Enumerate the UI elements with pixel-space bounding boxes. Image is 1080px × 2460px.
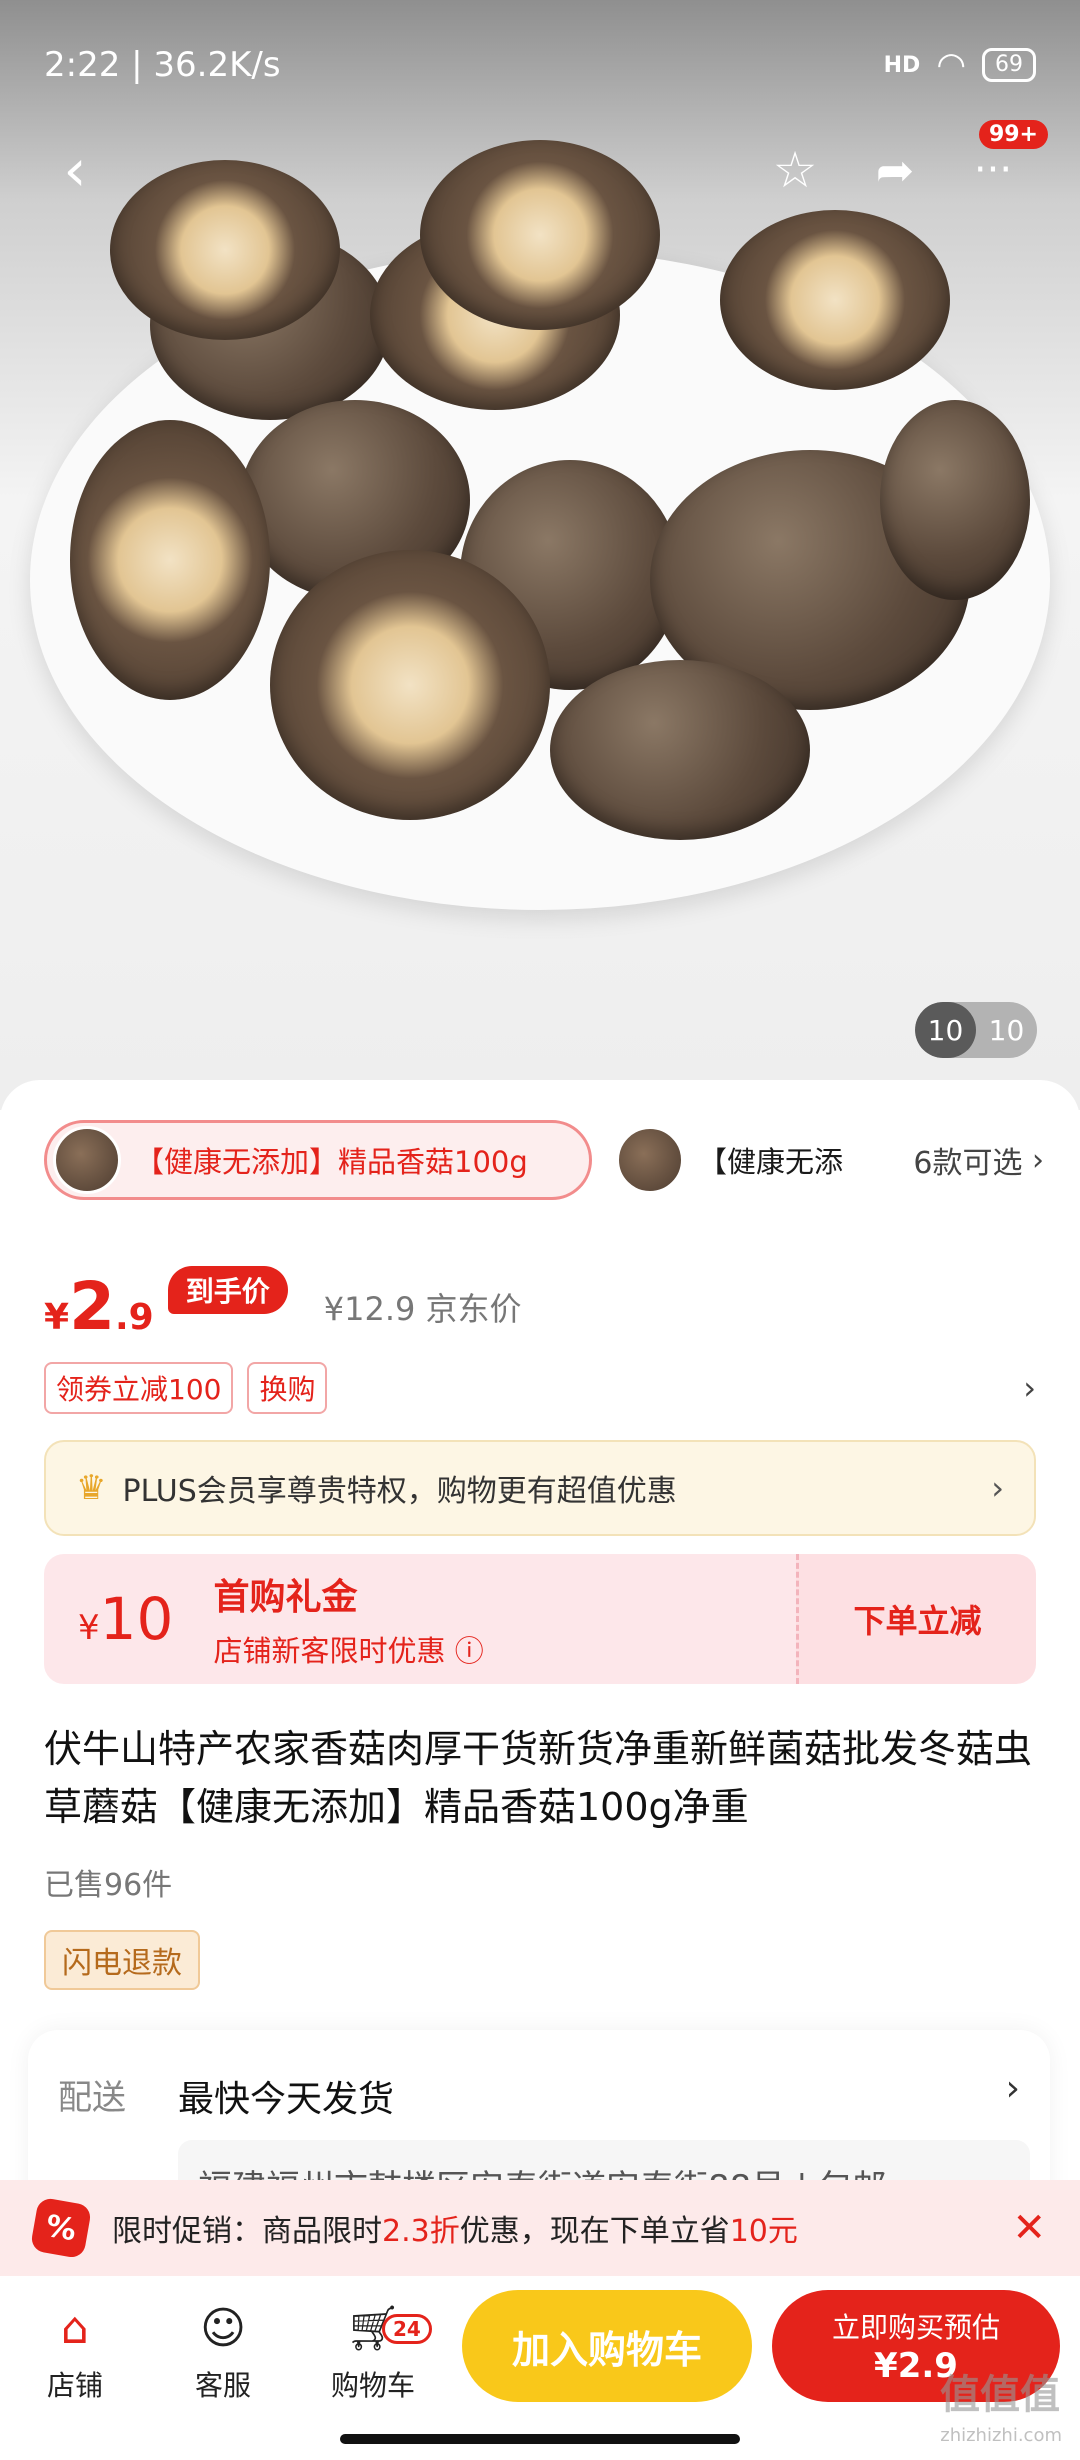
price-currency: ¥ (44, 1297, 70, 1338)
more-icon[interactable]: ··· 99+ (958, 120, 1048, 210)
signal-icon: HD (883, 52, 921, 78)
gift-amount: ¥ 10 (78, 1585, 173, 1653)
back-icon[interactable]: ‹ (40, 130, 110, 210)
gift-info: ¥ 10 首购礼金 店铺新客限时优惠 ⓘ (44, 1554, 796, 1684)
gallery-total: 10 (988, 1013, 1025, 1047)
jd-price-label: 京东价 (425, 1290, 522, 1328)
gift-subtitle: 店铺新客限时优惠 ⓘ (213, 1628, 483, 1670)
store-tab[interactable]: ⌂ 店铺 (20, 2300, 130, 2404)
sku-more-label: 6款可选 (913, 1146, 1023, 1181)
wifi-icon: ◠ (936, 45, 966, 85)
percent-icon: % (29, 2196, 93, 2260)
flash-refund-badge: 闪电退款 (44, 1930, 200, 1990)
delivery-label: 配送 (58, 2078, 126, 2118)
star-icon[interactable]: ☆ (760, 130, 830, 210)
gallery-counter: 10 10 (915, 1002, 1037, 1058)
gift-action-button[interactable]: 下单立减 (796, 1554, 1036, 1684)
more-badge: 99+ (978, 120, 1048, 149)
service-icon: ☺ (200, 2302, 246, 2354)
sku-option[interactable]: 【健康无添 (610, 1120, 860, 1200)
product-gallery[interactable]: 2:22 | 36.2K/s HD ◠ 69 ‹ ☆ ➦ ··· 99+ 10 … (0, 0, 1080, 1110)
sku-label: 【健康无添 (698, 1145, 844, 1179)
final-price: ¥ 2 .9 (44, 1274, 154, 1340)
promo-middle: 优惠，现在下单立省 (459, 2214, 730, 2249)
promo-prefix: 限时促销：商品限时 (112, 2214, 382, 2249)
jd-price: ¥12.9 京东价 (324, 1284, 522, 1330)
watermark: 值值值 (940, 2372, 1060, 2418)
close-icon[interactable]: ✕ (1012, 2205, 1046, 2251)
gift-title: 首购礼金 (213, 1577, 358, 1618)
gift-value: 10 (99, 1585, 174, 1653)
home-indicator[interactable] (340, 2434, 740, 2444)
mushroom-shape (720, 210, 950, 390)
status-bar: 2:22 | 36.2K/s HD ◠ 69 (44, 40, 1036, 90)
chevron-right-icon[interactable]: › (1006, 2068, 1020, 2109)
plus-text: PLUS会员享尊贵特权，购物更有超值优惠 (122, 1474, 677, 1509)
buy-now-label: 立即购买预估 (831, 2311, 1000, 2344)
final-price-tag: 到手价 (167, 1266, 288, 1314)
price-integer: 2 (69, 1268, 115, 1345)
service-label: 客服 (194, 2369, 251, 2402)
gift-text: 首购礼金 店铺新客限时优惠 ⓘ (213, 1568, 483, 1670)
cart-count-badge: 24 (382, 2314, 432, 2344)
coupon-badge[interactable]: 领券立减100 (44, 1362, 234, 1414)
coupon-row[interactable]: 领券立减100 换购 › (44, 1360, 1036, 1416)
sku-option-selected[interactable]: 【健康无添加】精品香菇100g (44, 1120, 592, 1200)
watermark-url: zhizhizhi.com (940, 2425, 1062, 2446)
store-label: 店铺 (46, 2369, 103, 2402)
product-image[interactable] (30, 140, 1050, 910)
top-nav: ‹ ☆ ➦ ··· 99+ (40, 120, 1048, 210)
gift-currency: ¥ (78, 1608, 100, 1648)
chevron-right-icon[interactable]: › (1023, 1369, 1036, 1407)
mushroom-shape (70, 420, 270, 700)
battery-icon: 69 (982, 48, 1036, 82)
cart-tab[interactable]: 🛒︎ 24 购物车 (318, 2300, 432, 2404)
store-icon: ⌂ (61, 2302, 89, 2354)
service-tab[interactable]: ☺ 客服 (168, 2300, 278, 2404)
bottom-action-bar: ⌂ 店铺 ☺ 客服 🛒︎ 24 购物车 加入购物车 立即购买预估 ¥2.9 值值… (0, 2276, 1080, 2460)
price-row: ¥ 2 .9 到手价 ¥12.9 京东价 (44, 1250, 522, 1340)
crown-icon: ♛ (76, 1468, 107, 1508)
info-icon[interactable]: ⓘ (455, 1634, 484, 1668)
jd-price-value: ¥12.9 (323, 1290, 416, 1328)
mushroom-shape (880, 400, 1030, 600)
sku-label: 【健康无添加】精品香菇100g (135, 1145, 528, 1179)
promo-text: 限时促销：商品限时2.3折优惠，现在下单立省10元 (112, 2206, 798, 2250)
exchange-badge[interactable]: 换购 (247, 1362, 328, 1414)
status-time: 2:22 | 36.2K/s (44, 45, 281, 85)
sold-count: 已售96件 (44, 1868, 173, 1903)
cart-label: 购物车 (330, 2369, 415, 2402)
mushroom-shape (270, 550, 550, 820)
price-decimal: .9 (115, 1297, 154, 1338)
gallery-current: 10 (915, 1002, 976, 1058)
add-to-cart-button[interactable]: 加入购物车 (462, 2290, 752, 2402)
first-order-gift[interactable]: ¥ 10 首购礼金 店铺新客限时优惠 ⓘ 下单立减 (44, 1554, 1036, 1684)
sku-thumbnail (53, 1126, 121, 1194)
chevron-right-icon: › (991, 1469, 1004, 1507)
promo-save: 10元 (729, 2214, 798, 2249)
promo-discount: 2.3折 (382, 2214, 460, 2249)
plus-banner[interactable]: ♛ PLUS会员享尊贵特权，购物更有超值优惠 › (44, 1440, 1036, 1536)
product-title: 伏牛山特产农家香菇肉厚干货新货净重新鲜菌菇批发冬菇虫草蘑菇【健康无添加】精品香菇… (44, 1727, 1033, 1829)
share-icon[interactable]: ➦ (860, 130, 930, 210)
sku-more-button[interactable]: 6款可选 › (913, 1120, 1044, 1200)
chevron-right-icon: › (1022, 1142, 1044, 1178)
sku-thumbnail (616, 1126, 684, 1194)
promo-bar[interactable]: % 限时促销：商品限时2.3折优惠，现在下单立省10元 ✕ (0, 2180, 1080, 2276)
gift-subtitle-text: 店铺新客限时优惠 (213, 1634, 446, 1668)
delivery-value: 最快今天发货 (178, 2079, 395, 2120)
mushroom-shape (550, 660, 810, 840)
sku-selector: 【健康无添加】精品香菇100g 【健康无添 6款可选 › (44, 1120, 1044, 1200)
